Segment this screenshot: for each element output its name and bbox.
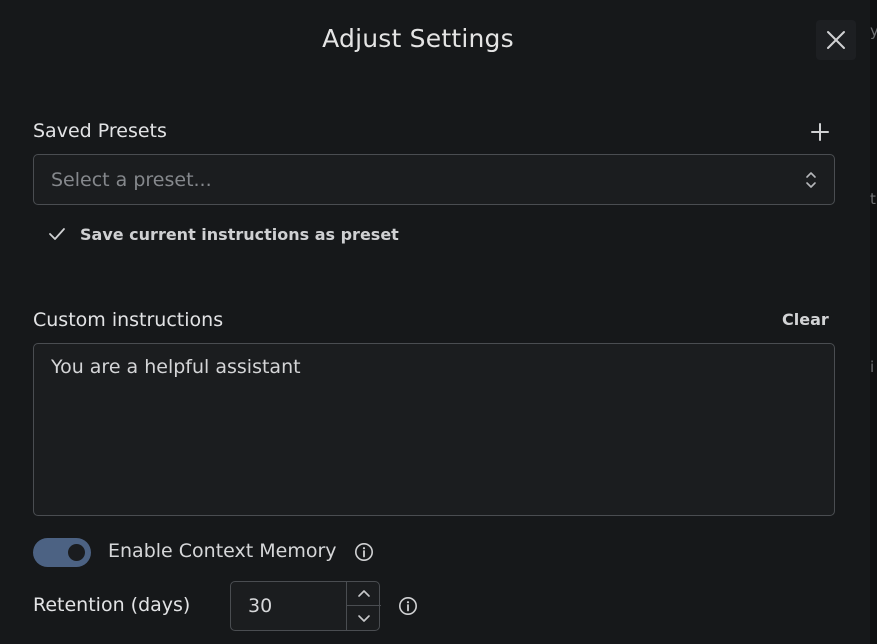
toggle-knob <box>68 544 85 561</box>
info-icon[interactable] <box>398 596 418 616</box>
increment-button[interactable] <box>347 582 381 606</box>
context-memory-toggle[interactable] <box>33 538 91 567</box>
background-text: i <box>870 358 875 376</box>
saved-presets-label: Saved Presets <box>33 120 167 142</box>
retention-label: Retention (days) <box>33 594 191 616</box>
background-text: y <box>870 22 877 40</box>
save-as-preset-label: Save current instructions as preset <box>80 224 399 244</box>
preset-select[interactable]: Select a preset... <box>33 154 835 205</box>
background-text: t <box>870 190 876 208</box>
retention-days-value: 30 <box>248 595 273 617</box>
custom-instructions-label: Custom instructions <box>33 309 224 331</box>
close-button[interactable] <box>816 20 856 60</box>
chevron-up-down-icon <box>806 172 816 188</box>
background-page-edge: y t i <box>870 0 877 644</box>
check-icon <box>49 228 65 240</box>
plus-icon <box>811 123 829 141</box>
clear-instructions-button[interactable]: Clear <box>782 310 829 329</box>
close-icon <box>827 31 845 49</box>
add-preset-button[interactable] <box>808 120 832 144</box>
chevron-up-icon <box>358 589 370 597</box>
preset-select-placeholder: Select a preset... <box>51 168 212 191</box>
settings-dialog: Adjust Settings Saved Presets Select a p… <box>0 0 870 644</box>
retention-days-input[interactable]: 30 <box>230 581 381 631</box>
dialog-title: Adjust Settings <box>322 24 514 53</box>
decrement-button[interactable] <box>347 606 381 630</box>
chevron-down-icon <box>358 615 370 622</box>
save-as-preset-button[interactable]: Save current instructions as preset <box>48 222 399 246</box>
context-memory-label: Enable Context Memory <box>108 540 337 562</box>
info-icon[interactable] <box>354 542 374 562</box>
retention-stepper <box>346 582 381 630</box>
custom-instructions-input[interactable]: You are a helpful assistant <box>33 343 835 516</box>
